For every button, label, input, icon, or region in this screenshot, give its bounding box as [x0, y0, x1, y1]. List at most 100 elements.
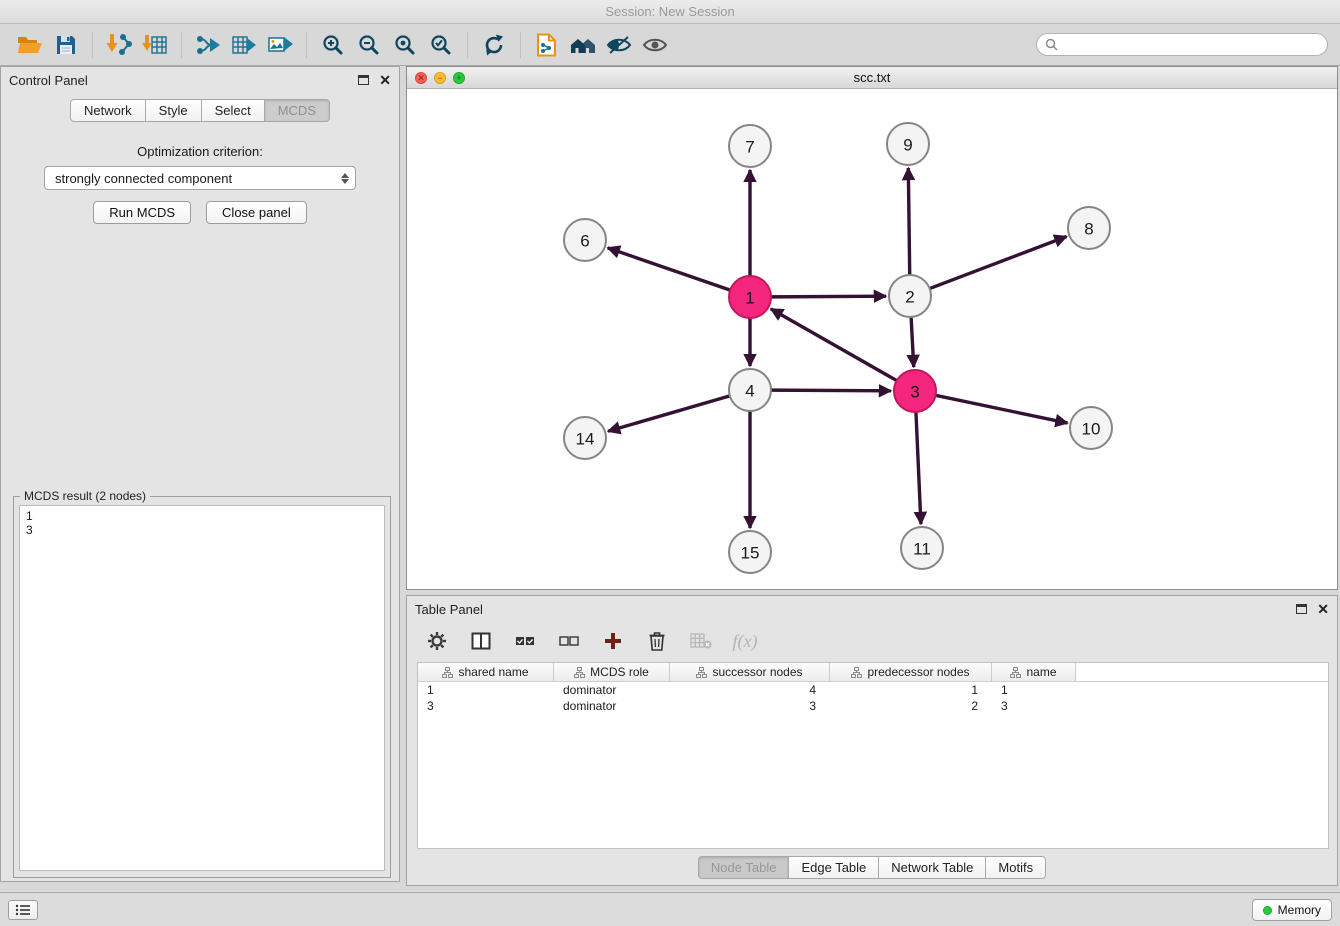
column-header-name[interactable]: name: [992, 663, 1076, 681]
show-panels-button[interactable]: [8, 900, 38, 920]
export-network-button[interactable]: [190, 28, 226, 62]
delete-table-button[interactable]: [689, 629, 713, 653]
column-header-icon: [574, 667, 585, 678]
network-graph[interactable]: 7 9 6 8 1 2 4 3 14 10 15 11: [407, 89, 1337, 589]
close-panel-button[interactable]: Close panel: [206, 201, 307, 224]
import-table-button[interactable]: [137, 28, 173, 62]
network-window-titlebar[interactable]: ✕ − + scc.txt: [407, 67, 1337, 89]
network-canvas[interactable]: 7 9 6 8 1 2 4 3 14 10 15 11: [407, 89, 1337, 589]
run-mcds-button[interactable]: Run MCDS: [93, 201, 191, 224]
split-column-icon: [471, 632, 491, 650]
table-cell[interactable]: 4: [670, 682, 830, 698]
search-box[interactable]: [1036, 33, 1328, 56]
tab-network[interactable]: Network: [70, 99, 146, 122]
graph-node-3[interactable]: 3: [894, 370, 936, 412]
graphics-detail-button[interactable]: [601, 28, 637, 62]
column-header-predecessor-nodes[interactable]: predecessor nodes: [830, 663, 992, 681]
graph-node-7[interactable]: 7: [729, 125, 771, 167]
graph-edge-3-11[interactable]: [916, 412, 921, 524]
table-row[interactable]: 3dominator323: [418, 698, 1328, 714]
table-cell[interactable]: 1: [418, 682, 554, 698]
tab-edge-table[interactable]: Edge Table: [788, 856, 879, 879]
close-window-icon[interactable]: ✕: [415, 72, 427, 84]
graph-edge-1-6[interactable]: [608, 248, 730, 290]
graph-edge-4-3[interactable]: [771, 390, 891, 391]
graph-edge-3-10[interactable]: [936, 395, 1068, 423]
table-body: 1dominator4113dominator323: [418, 682, 1328, 714]
graph-edge-4-14[interactable]: [608, 396, 730, 431]
zoom-out-button[interactable]: [351, 28, 387, 62]
control-panel-header: Control Panel ✕: [1, 67, 399, 93]
graph-node-6[interactable]: 6: [564, 219, 606, 261]
graph-edge-2-3[interactable]: [911, 317, 914, 367]
home-view-button[interactable]: [565, 28, 601, 62]
table-cell[interactable]: 3: [418, 698, 554, 714]
tab-style[interactable]: Style: [145, 99, 202, 122]
graphics-detail-icon: [606, 35, 632, 55]
delete-column-button[interactable]: [645, 629, 669, 653]
memory-button[interactable]: Memory: [1252, 899, 1332, 921]
graph-node-8[interactable]: 8: [1068, 207, 1110, 249]
mcds-result-list[interactable]: 1 3: [19, 505, 385, 871]
svg-text:9: 9: [903, 136, 912, 155]
zoom-fit-button[interactable]: [387, 28, 423, 62]
graph-edge-3-1[interactable]: [771, 309, 897, 381]
graph-node-11[interactable]: 11: [901, 527, 943, 569]
tab-select[interactable]: Select: [201, 99, 265, 122]
dropdown-stepper-icon: [341, 173, 349, 184]
import-network-button[interactable]: [101, 28, 137, 62]
table-cell[interactable]: 2: [830, 698, 992, 714]
tab-network-table[interactable]: Network Table: [878, 856, 986, 879]
graph-node-1[interactable]: 1: [729, 276, 771, 318]
close-panel-icon[interactable]: ✕: [379, 73, 391, 87]
zoom-out-icon: [358, 34, 380, 56]
export-table-button[interactable]: [226, 28, 262, 62]
table-cell[interactable]: dominator: [554, 698, 670, 714]
close-table-panel-icon[interactable]: ✕: [1317, 602, 1329, 616]
table-cell[interactable]: 1: [992, 682, 1076, 698]
apply-layout-button[interactable]: [476, 28, 512, 62]
graph-edge-2-8[interactable]: [930, 237, 1067, 289]
column-header-successor-nodes[interactable]: successor nodes: [670, 663, 830, 681]
graph-node-10[interactable]: 10: [1070, 407, 1112, 449]
zoom-selected-button[interactable]: [423, 28, 459, 62]
tab-node-table[interactable]: Node Table: [698, 856, 790, 879]
table-cell[interactable]: 1: [830, 682, 992, 698]
save-session-button[interactable]: [48, 28, 84, 62]
show-hide-detail-button[interactable]: [637, 28, 673, 62]
table-settings-button[interactable]: [425, 629, 449, 653]
criterion-dropdown[interactable]: strongly connected component: [44, 166, 356, 190]
select-all-columns-button[interactable]: [513, 629, 537, 653]
graph-node-14[interactable]: 14: [564, 417, 606, 459]
apply-function-button[interactable]: f(x): [733, 629, 757, 653]
graph-node-9[interactable]: 9: [887, 123, 929, 165]
table-row[interactable]: 1dominator411: [418, 682, 1328, 698]
graph-node-2[interactable]: 2: [889, 275, 931, 317]
table-cell[interactable]: 3: [670, 698, 830, 714]
column-header-shared-name[interactable]: shared name: [418, 663, 554, 681]
float-table-panel-icon[interactable]: [1296, 604, 1307, 614]
zoom-in-button[interactable]: [315, 28, 351, 62]
export-image-button[interactable]: [262, 28, 298, 62]
open-session-button[interactable]: [12, 28, 48, 62]
network-view-window: ✕ − + scc.txt 7 9 6 8 1 2 4 3 14 10 15 11: [406, 66, 1338, 590]
maximize-window-icon[interactable]: +: [453, 72, 465, 84]
split-column-button[interactable]: [469, 629, 493, 653]
table-toolbar: f(x): [407, 622, 1337, 660]
table-cell[interactable]: 3: [992, 698, 1076, 714]
float-panel-icon[interactable]: [358, 75, 369, 85]
minimize-window-icon[interactable]: −: [434, 72, 446, 84]
unselect-all-columns-button[interactable]: [557, 629, 581, 653]
graph-node-15[interactable]: 15: [729, 531, 771, 573]
fx-icon: f(x): [733, 631, 758, 652]
column-header-MCDS-role[interactable]: MCDS role: [554, 663, 670, 681]
search-input[interactable]: [1063, 37, 1319, 53]
tab-motifs[interactable]: Motifs: [985, 856, 1046, 879]
graph-node-4[interactable]: 4: [729, 369, 771, 411]
add-column-button[interactable]: [601, 629, 625, 653]
graph-edge-2-9[interactable]: [908, 168, 909, 275]
graph-edge-1-2[interactable]: [771, 296, 886, 297]
tab-mcds[interactable]: MCDS: [264, 99, 330, 122]
network-document-button[interactable]: [529, 28, 565, 62]
table-cell[interactable]: dominator: [554, 682, 670, 698]
